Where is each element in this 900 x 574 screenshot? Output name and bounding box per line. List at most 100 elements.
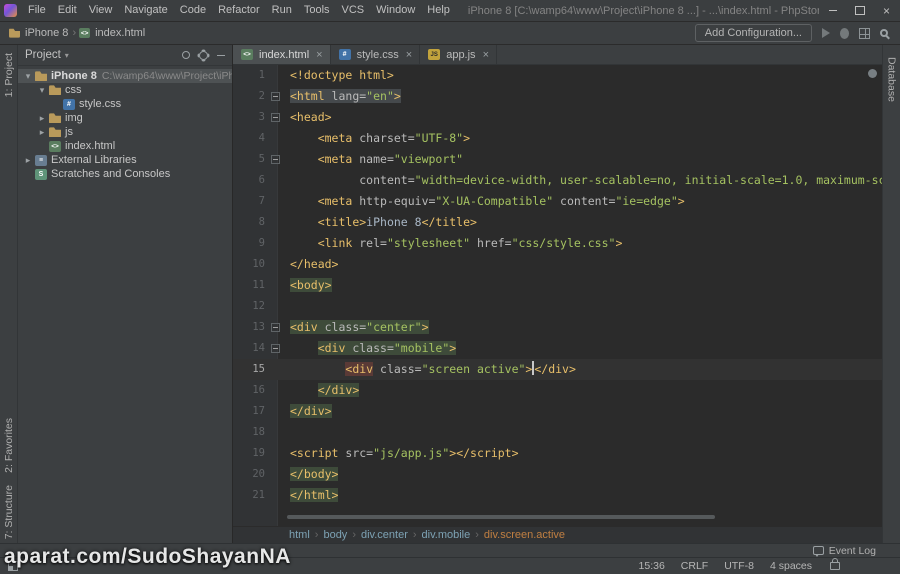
- menu-tools[interactable]: Tools: [298, 0, 336, 21]
- breadcrumb-div-screen-active[interactable]: div.screen.active: [482, 529, 567, 541]
- fold-icon[interactable]: [269, 317, 282, 338]
- menu-run[interactable]: Run: [266, 0, 298, 21]
- close-tab-icon[interactable]: ×: [483, 49, 489, 61]
- code-text: <div class="center">: [290, 320, 429, 334]
- project-panel-title[interactable]: Project: [25, 49, 61, 61]
- fold-icon[interactable]: [269, 338, 282, 359]
- nav-breadcrumb-file[interactable]: index.html: [93, 27, 147, 39]
- code-line-18[interactable]: 18: [233, 422, 882, 443]
- line-number: 10: [252, 258, 265, 270]
- close-tab-icon[interactable]: ×: [316, 49, 322, 61]
- indent-config[interactable]: 4 spaces: [770, 560, 812, 572]
- fold-icon[interactable]: [269, 86, 282, 107]
- run-icon[interactable]: [822, 28, 830, 38]
- locate-file-icon[interactable]: [182, 51, 190, 59]
- code-line-21[interactable]: 21 </html>: [233, 485, 882, 506]
- breadcrumb-div-mobile[interactable]: div.mobile: [420, 529, 473, 541]
- code-line-3[interactable]: 3 <head>: [233, 107, 882, 128]
- event-log-button[interactable]: Event Log: [829, 545, 876, 557]
- lock-icon[interactable]: [830, 558, 840, 570]
- menu-refactor[interactable]: Refactor: [212, 0, 266, 21]
- code-line-4[interactable]: 4 <meta charset="UTF-8">: [233, 128, 882, 149]
- menu-navigate[interactable]: Navigate: [118, 0, 173, 21]
- tool-windows-icon[interactable]: [859, 27, 870, 39]
- menu-file[interactable]: File: [22, 0, 52, 21]
- breadcrumb-body[interactable]: body: [321, 529, 349, 541]
- breadcrumb-div-center[interactable]: div.center: [359, 529, 410, 541]
- tree-item-js[interactable]: ▸ js: [18, 125, 232, 139]
- caret-position[interactable]: 15:36: [639, 560, 665, 572]
- code-line-11[interactable]: 11 <body>: [233, 275, 882, 296]
- tool-button-database[interactable]: Database: [886, 57, 898, 102]
- code-line-17[interactable]: 17 </div>: [233, 401, 882, 422]
- horizontal-scrollbar[interactable]: [287, 515, 715, 519]
- tree-item-img[interactable]: ▸ img: [18, 111, 232, 125]
- code-line-9[interactable]: 9 <link rel="stylesheet" href="css/style…: [233, 233, 882, 254]
- tree-item-style-css[interactable]: style.css: [18, 97, 232, 111]
- menu-vcs[interactable]: VCS: [336, 0, 371, 21]
- tree-collapsed-icon[interactable]: ▸: [22, 155, 34, 166]
- tree-item-index-html[interactable]: index.html: [18, 139, 232, 153]
- code-line-1[interactable]: 1 <!doctype html>: [233, 65, 882, 86]
- menu-view[interactable]: View: [83, 0, 119, 21]
- title-bar: File Edit View Navigate Code Refactor Run Tools…: [0, 0, 900, 22]
- tab-style-css[interactable]: style.css ×: [331, 45, 421, 64]
- tree-expanded-icon[interactable]: ▾: [22, 71, 34, 82]
- code-line-19[interactable]: 19 <script src="js/app.js"></script>: [233, 443, 882, 464]
- code-line-6[interactable]: 6 content="width=device-width, user-scal…: [233, 170, 882, 191]
- code-line-12[interactable]: 12: [233, 296, 882, 317]
- tree-collapsed-icon[interactable]: ▸: [36, 127, 48, 138]
- fold-icon[interactable]: [269, 149, 282, 170]
- nav-breadcrumb-project[interactable]: iPhone 8: [23, 27, 70, 39]
- code-line-7[interactable]: 7 <meta http-equiv="X-UA-Compatible" con…: [233, 191, 882, 212]
- code-line-20[interactable]: 20 </body>: [233, 464, 882, 485]
- line-number: 5: [258, 153, 265, 165]
- menu-edit[interactable]: Edit: [52, 0, 83, 21]
- code-editor[interactable]: 1 <!doctype html> 2 <html lang="en"> 3 <head>…: [233, 65, 882, 526]
- tree-item-iphone-8[interactable]: ▾ iPhone 8 C:\wamp64\www\Project\iPhone 8: [18, 69, 232, 83]
- status-bar-widgets: 15:36 CRLF UTF-8 4 spaces: [639, 558, 840, 572]
- chevron-down-icon[interactable]: ▾: [65, 51, 69, 60]
- tree-collapsed-icon[interactable]: ▸: [36, 113, 48, 124]
- code-line-14[interactable]: 14 <div class="mobile">: [233, 338, 882, 359]
- code-line-2[interactable]: 2 <html lang="en">: [233, 86, 882, 107]
- tree-item-css[interactable]: ▾ css: [18, 83, 232, 97]
- tree-item-scratches-and-consoles[interactable]: Scratches and Consoles: [18, 167, 232, 181]
- inspections-widget-icon[interactable]: [868, 69, 877, 78]
- code-line-10[interactable]: 10 </head>: [233, 254, 882, 275]
- tool-button-structure[interactable]: 7: Structure: [3, 485, 15, 539]
- hide-panel-icon[interactable]: [217, 54, 225, 56]
- close-icon[interactable]: ×: [873, 0, 900, 21]
- maximize-icon[interactable]: [846, 0, 873, 21]
- tab-app-js[interactable]: app.js ×: [420, 45, 497, 64]
- code-line-16[interactable]: 16 </div>: [233, 380, 882, 401]
- add-configuration-button[interactable]: Add Configuration...: [694, 24, 812, 42]
- breadcrumb-html[interactable]: html: [287, 529, 312, 541]
- tool-button-favorites[interactable]: 2: Favorites: [3, 418, 15, 473]
- code-text: <body>: [290, 278, 332, 292]
- code-line-8[interactable]: 8 <title>iPhone 8</title>: [233, 212, 882, 233]
- tool-button-project[interactable]: 1: Project: [3, 53, 15, 97]
- tree-item-label: js: [65, 126, 73, 138]
- minimize-icon[interactable]: [819, 0, 846, 21]
- tree-expanded-icon[interactable]: ▾: [36, 85, 48, 96]
- search-everywhere-icon[interactable]: [880, 29, 888, 37]
- close-tab-icon[interactable]: ×: [406, 49, 412, 61]
- code-line-5[interactable]: 5 <meta name="viewport": [233, 149, 882, 170]
- tab-index-html[interactable]: index.html ×: [233, 45, 331, 64]
- tree-item-external-libraries[interactable]: ▸ External Libraries: [18, 153, 232, 167]
- line-separator[interactable]: CRLF: [681, 560, 708, 572]
- menu-code[interactable]: Code: [174, 0, 212, 21]
- debug-icon[interactable]: [840, 27, 849, 39]
- code-text: <div class="screen active"> </div>: [345, 361, 576, 376]
- menu-window[interactable]: Window: [370, 0, 421, 21]
- file-encoding[interactable]: UTF-8: [724, 560, 754, 572]
- code-line-13[interactable]: 13 <div class="center">: [233, 317, 882, 338]
- settings-gear-icon[interactable]: [199, 50, 208, 60]
- code-line-15[interactable]: 15 <div class="screen active"> </div>: [233, 359, 882, 380]
- tree-item-label: css: [65, 84, 82, 96]
- menu-help[interactable]: Help: [421, 0, 456, 21]
- editor-tabs: index.html × style.css × app.js ×: [233, 45, 882, 65]
- fold-icon[interactable]: [269, 107, 282, 128]
